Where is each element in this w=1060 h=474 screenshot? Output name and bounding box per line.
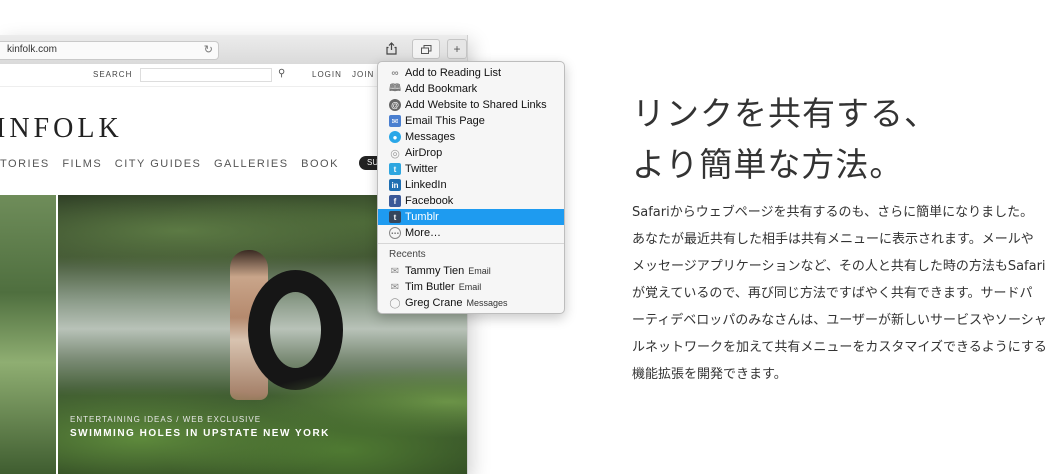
menu-item-stories[interactable]: TORIES	[0, 158, 50, 170]
menu-item-twitter[interactable]: t Twitter	[378, 161, 564, 177]
at-icon: @	[389, 99, 401, 111]
tumblr-icon: t	[389, 211, 401, 223]
address-bar-url[interactable]: kinfolk.com	[7, 44, 57, 55]
recent-via: Email	[458, 282, 482, 292]
feature-description: Safariからウェブページを共有するのも、さらに簡単になりました。 あなたが最…	[632, 199, 1052, 388]
menu-item-add-bookmark[interactable]: 🕮 Add Bookmark	[378, 81, 564, 97]
menu-item-label: Messages	[405, 131, 456, 143]
menu-item-messages[interactable]: ● Messages	[378, 129, 564, 145]
body-line: Safariからウェブページを共有するのも、さらに簡単になりました。	[632, 205, 1034, 220]
body-line: が覚えているので、再び同じ方法ですばやく共有できます。サードパ	[632, 286, 1033, 301]
menu-item-linkedin[interactable]: in LinkedIn	[378, 177, 564, 193]
menu-item-book[interactable]: BOOK	[301, 158, 339, 170]
recent-item-tammy-tien[interactable]: ✉ Tammy Tien Email	[378, 263, 564, 279]
menu-item-add-shared-links[interactable]: @ Add Website to Shared Links	[378, 97, 564, 113]
recent-name: Tammy Tien	[405, 265, 465, 277]
menu-item-label: Twitter	[405, 163, 438, 175]
menu-item-label: Add Website to Shared Links	[405, 99, 547, 111]
menu-item-label: Add Bookmark	[405, 83, 478, 95]
join-link[interactable]: JOIN	[352, 70, 374, 79]
reload-icon[interactable]: ↻	[204, 43, 213, 56]
headline-line: より簡単な方法。	[632, 145, 904, 184]
body-line: あなたが最近共有した相手は共有メニューに表示されます。メールや	[632, 232, 1034, 247]
menu-item-tumblr[interactable]: t Tumblr	[378, 209, 564, 225]
tabs-icon	[420, 44, 431, 54]
mail-stamp-icon: ✉	[389, 115, 401, 127]
share-menu: ∞ Add to Reading List 🕮 Add Bookmark @ A…	[377, 61, 565, 314]
menu-item-films[interactable]: FILMS	[62, 158, 102, 170]
messages-icon: ●	[389, 131, 401, 143]
share-button[interactable]	[380, 39, 402, 57]
headline-line: リンクを共有する、	[632, 94, 938, 133]
linkedin-icon: in	[389, 179, 401, 191]
book-icon: 🕮	[389, 82, 401, 94]
menu-item-label: Add to Reading List	[405, 67, 502, 79]
hero-image-left[interactable]	[0, 195, 56, 474]
mail-icon: ✉	[390, 265, 400, 277]
body-line: メッセージアプリケーションなど、その人と共有した時の方法もSafari	[632, 259, 1046, 274]
search-label: SEARCH	[93, 70, 133, 79]
body-line: ーティデベロッパのみなさんは、ユーザーが新しいサービスやソーシャ	[632, 313, 1047, 328]
show-tabs-button[interactable]	[412, 39, 440, 59]
recent-via: Messages	[466, 298, 508, 308]
menu-item-airdrop[interactable]: ◎ AirDrop	[378, 145, 564, 161]
article-kicker[interactable]: ENTERTAINING IDEAS / WEB EXCLUSIVE	[70, 415, 261, 424]
login-link[interactable]: LOGIN	[312, 70, 342, 79]
menu-item-facebook[interactable]: f Facebook	[378, 193, 564, 209]
menu-item-label: Tumblr	[405, 211, 439, 223]
search-input[interactable]	[140, 68, 272, 82]
message-bubble-icon: ◯	[389, 297, 401, 309]
menu-item-label: Facebook	[405, 195, 454, 207]
glasses-icon: ∞	[391, 67, 399, 79]
menu-item-galleries[interactable]: GALLERIES	[214, 158, 289, 170]
menu-item-label: More…	[405, 227, 442, 239]
site-menu: TORIES FILMS CITY GUIDES GALLERIES BOOK	[0, 158, 347, 170]
recent-item-greg-crane[interactable]: ◯ Greg Crane Messages	[378, 295, 564, 311]
menu-item-add-to-reading-list[interactable]: ∞ Add to Reading List	[378, 65, 564, 81]
plus-icon: +	[453, 42, 461, 56]
menu-item-label: Email This Page	[405, 115, 485, 127]
mail-icon: ✉	[390, 281, 400, 293]
site-logo[interactable]: INFOLK	[0, 113, 123, 145]
airdrop-icon: ◎	[390, 147, 400, 160]
article-title[interactable]: SWIMMING HOLES IN UPSTATE NEW YORK	[70, 428, 330, 439]
facebook-icon: f	[389, 195, 401, 207]
more-icon: ⋯	[389, 227, 401, 239]
body-line: ルネットワークを加えて共有メニューをカスタマイズできるようにする	[632, 340, 1047, 355]
search-icon[interactable]: ⚲	[278, 68, 285, 79]
hero-plants	[58, 354, 467, 474]
share-icon	[385, 41, 397, 55]
recent-name: Tim Butler	[405, 281, 455, 293]
recent-item-tim-butler[interactable]: ✉ Tim Butler Email	[378, 279, 564, 295]
menu-item-label: LinkedIn	[405, 179, 447, 191]
menu-separator	[378, 243, 564, 244]
new-tab-button[interactable]: +	[447, 39, 467, 59]
menu-item-more[interactable]: ⋯ More…	[378, 225, 564, 241]
recents-header: Recents	[389, 249, 426, 260]
twitter-icon: t	[389, 163, 401, 175]
menu-item-email-this-page[interactable]: ✉ Email This Page	[378, 113, 564, 129]
recent-via: Email	[468, 266, 491, 276]
menu-item-label: AirDrop	[405, 147, 443, 159]
feature-headline: リンクを共有する、 より簡単な方法。	[632, 88, 938, 190]
recent-name: Greg Crane	[405, 297, 463, 309]
menu-item-city-guides[interactable]: CITY GUIDES	[115, 158, 202, 170]
body-line: 機能拡張を開発できます。	[632, 367, 787, 382]
address-bar[interactable]: kinfolk.com ↻	[0, 41, 219, 60]
